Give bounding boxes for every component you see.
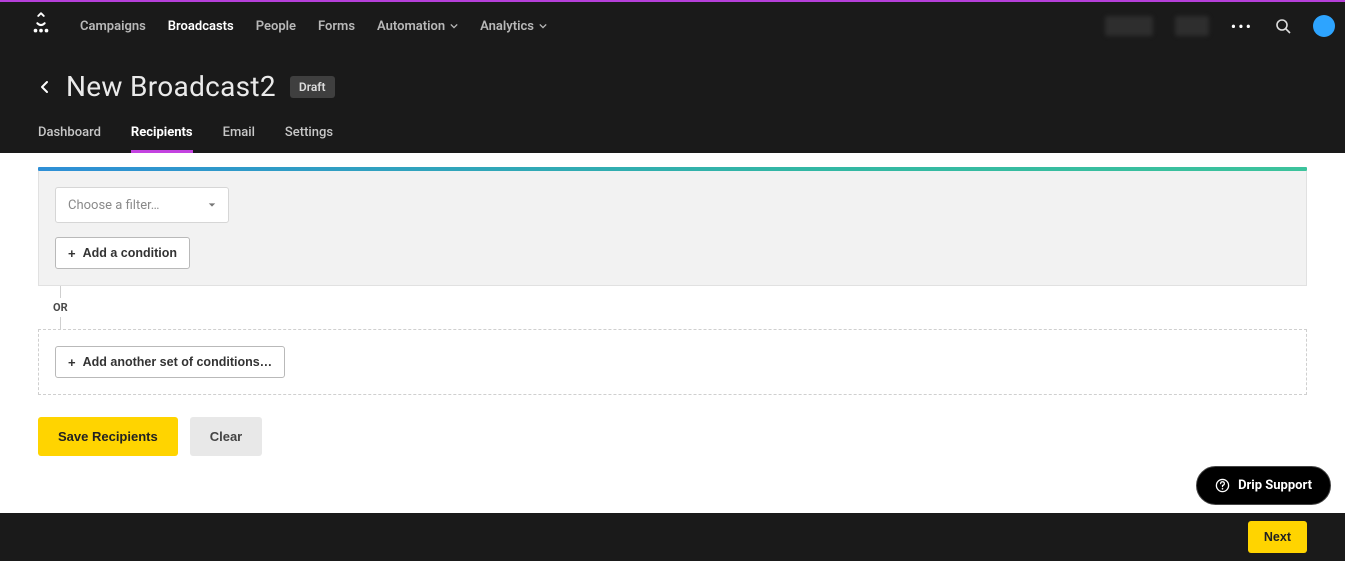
tab-email[interactable]: Email [223, 125, 255, 153]
add-condition-button[interactable]: + Add a condition [55, 237, 190, 269]
page-title: New Broadcast2 [66, 70, 276, 103]
action-row: Save Recipients Clear [38, 417, 1307, 456]
logo[interactable] [30, 12, 52, 40]
main-header: Campaigns Broadcasts People Forms Automa… [0, 2, 1345, 50]
more-menu-icon[interactable]: ••• [1231, 17, 1253, 36]
nav-forms[interactable]: Forms [318, 19, 355, 34]
chevron-down-icon [539, 22, 547, 30]
chevron-down-icon [450, 22, 458, 30]
account-blur-1 [1105, 16, 1153, 36]
plus-icon: + [68, 356, 76, 369]
tabs: Dashboard Recipients Email Settings [38, 125, 1307, 153]
connector-line [60, 317, 61, 329]
nav-automation[interactable]: Automation [377, 19, 458, 34]
caret-down-icon [208, 201, 216, 209]
support-button[interactable]: Drip Support [1196, 466, 1331, 505]
primary-nav: Campaigns Broadcasts People Forms Automa… [80, 19, 547, 34]
account-blur-2 [1175, 16, 1209, 36]
search-icon[interactable] [1275, 18, 1291, 34]
title-row: New Broadcast2 Draft [38, 70, 1307, 103]
subheader: New Broadcast2 Draft Dashboard Recipient… [0, 50, 1345, 153]
add-set-group: + Add another set of conditions… [38, 329, 1307, 395]
status-badge: Draft [290, 76, 335, 98]
plus-icon: + [68, 247, 76, 260]
nav-broadcasts[interactable]: Broadcasts [168, 19, 234, 34]
nav-analytics[interactable]: Analytics [480, 19, 547, 34]
save-recipients-button[interactable]: Save Recipients [38, 417, 178, 456]
clear-button[interactable]: Clear [190, 417, 263, 456]
filter-dropdown[interactable]: Choose a filter… [55, 187, 229, 223]
back-arrow-icon[interactable] [38, 80, 52, 94]
footer-bar: Next [0, 513, 1345, 561]
main-content: Choose a filter… + Add a condition OR + … [0, 167, 1345, 476]
tab-settings[interactable]: Settings [285, 125, 333, 153]
question-circle-icon [1215, 478, 1230, 493]
header-right: ••• [1105, 15, 1327, 37]
or-label: OR [53, 301, 1307, 314]
add-conditions-set-button[interactable]: + Add another set of conditions… [55, 346, 285, 378]
connector-line [60, 286, 61, 298]
chat-bubble-icon[interactable] [1313, 15, 1335, 37]
filter-group: Choose a filter… + Add a condition [38, 171, 1307, 286]
tab-recipients[interactable]: Recipients [131, 125, 193, 153]
tab-dashboard[interactable]: Dashboard [38, 125, 101, 153]
nav-campaigns[interactable]: Campaigns [80, 19, 146, 34]
next-button[interactable]: Next [1248, 521, 1307, 553]
nav-people[interactable]: People [256, 19, 296, 34]
dropdown-placeholder: Choose a filter… [68, 198, 159, 213]
